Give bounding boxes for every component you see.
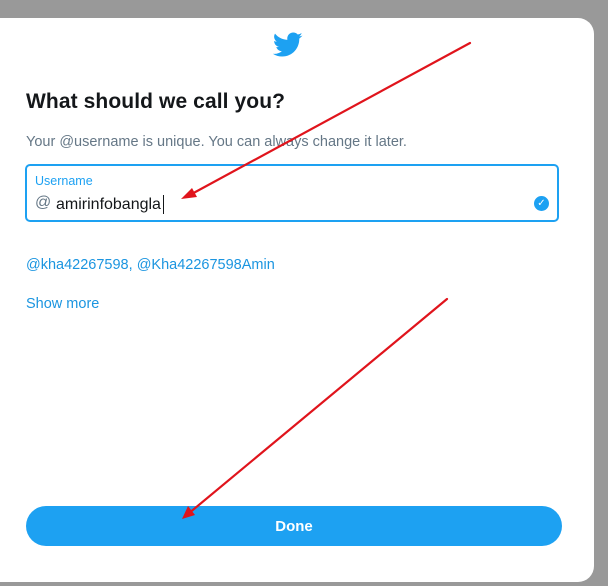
username-suggestions: @kha42267598, @Kha42267598Amin: [26, 257, 275, 273]
check-circle-icon: ✓: [534, 196, 549, 211]
suggestion-separator: ,: [128, 257, 137, 273]
username-input[interactable]: amirinfobangla: [56, 195, 164, 214]
page-title: What should we call you?: [26, 90, 286, 113]
suggestion-link[interactable]: @Kha42267598Amin: [137, 257, 275, 273]
suggestion-link[interactable]: @kha42267598: [26, 257, 129, 273]
page-subtitle: Your @username is unique. You can always…: [26, 134, 407, 150]
done-button[interactable]: Done: [26, 506, 562, 546]
show-more-link[interactable]: Show more: [26, 296, 99, 312]
username-at-prefix: @: [35, 194, 52, 211]
username-field-label: Username: [35, 174, 93, 188]
signup-modal: What should we call you? Your @username …: [0, 18, 594, 582]
twitter-bird-icon: [273, 32, 303, 57]
username-field[interactable]: Username @ amirinfobangla ✓: [25, 164, 559, 222]
